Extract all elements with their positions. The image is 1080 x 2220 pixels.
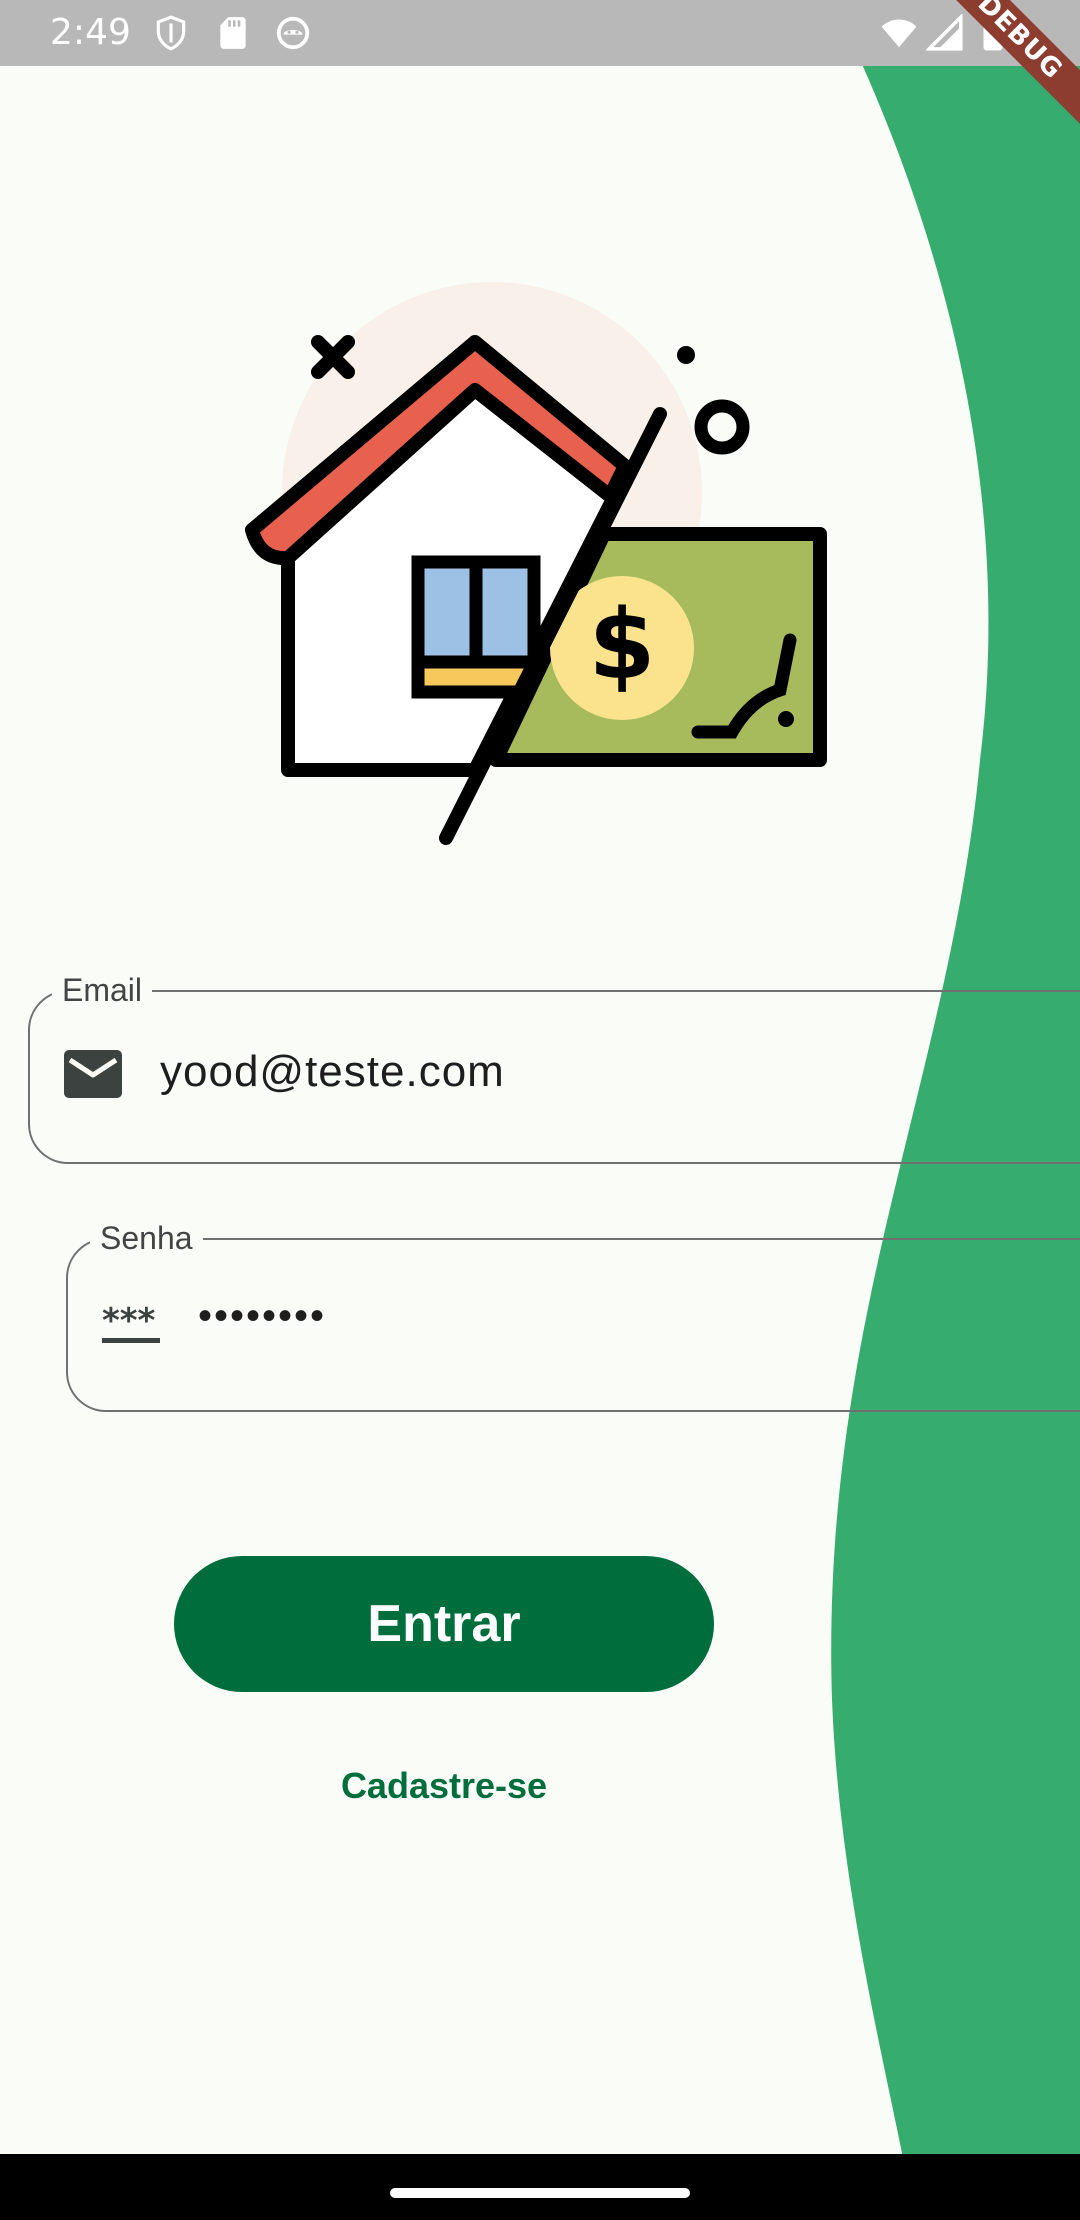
login-button[interactable]: Entrar xyxy=(174,1556,714,1692)
envelope-icon xyxy=(64,1050,122,1098)
password-input[interactable]: •••••••• xyxy=(198,1288,326,1344)
android-debug-icon xyxy=(276,16,310,50)
email-field[interactable]: Email yood@teste.com xyxy=(28,970,1080,1164)
login-screen: 2:49 DEBUG $ Email yood@teste.com Senha … xyxy=(0,0,1080,2220)
svg-text:***: *** xyxy=(102,1301,156,1341)
wifi-icon xyxy=(881,19,917,48)
status-bar: 2:49 xyxy=(0,0,1080,66)
currency-symbol: $ xyxy=(589,589,656,701)
signal-icon xyxy=(926,14,963,51)
signup-link[interactable]: Cadastre-se xyxy=(174,1758,714,1814)
shield-icon xyxy=(156,15,186,51)
navigation-bar xyxy=(0,2154,1080,2220)
home-indicator[interactable] xyxy=(390,2188,690,2198)
house-money-icon: $ xyxy=(245,282,827,845)
sd-card-icon xyxy=(220,17,246,49)
status-time: 2:49 xyxy=(50,12,131,53)
password-field[interactable]: Senha *** •••••••• xyxy=(66,1218,1080,1412)
email-input[interactable]: yood@teste.com xyxy=(160,1044,505,1100)
email-label: Email xyxy=(52,970,153,1010)
password-label: Senha xyxy=(90,1218,203,1258)
password-icon: *** xyxy=(102,1301,160,1343)
